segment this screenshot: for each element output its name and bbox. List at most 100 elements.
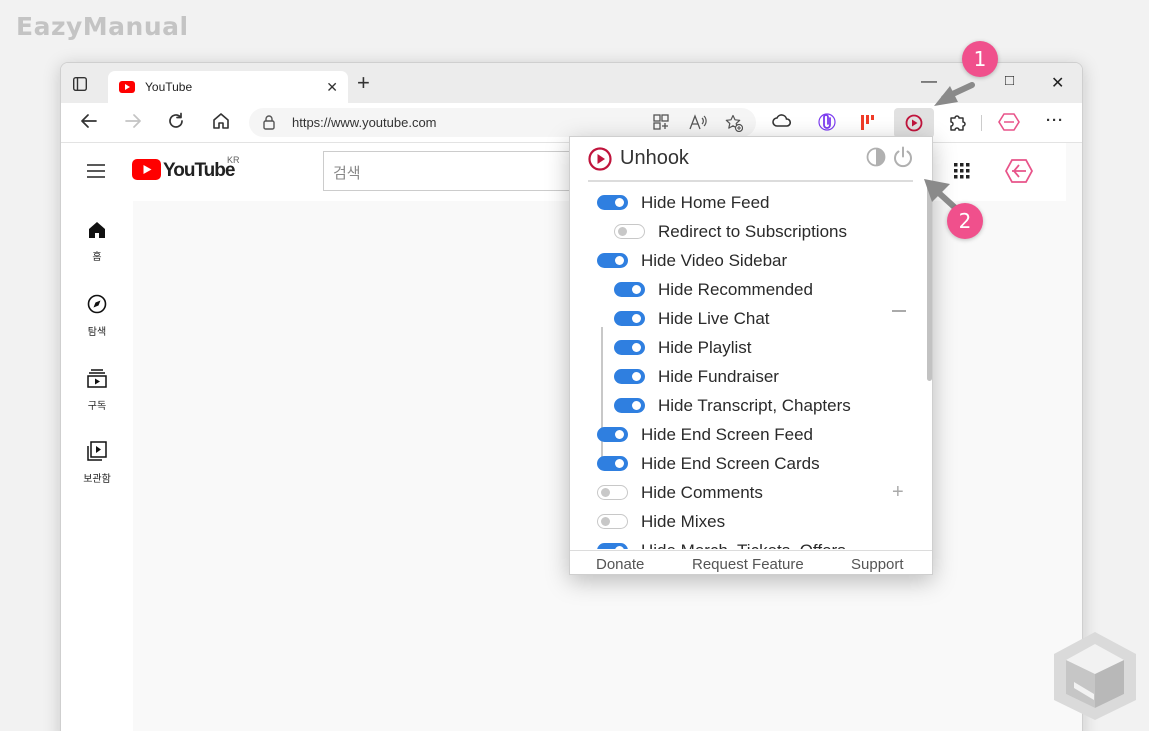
profile-hex-icon[interactable] — [998, 112, 1020, 132]
read-aloud-icon[interactable] — [689, 114, 707, 130]
toggle-knob — [632, 314, 641, 323]
toggle-switch[interactable] — [614, 340, 645, 355]
toggle-knob — [632, 285, 641, 294]
option-row: Hide Merch, Tickets, Offers — [597, 536, 846, 549]
request-feature-link[interactable]: Request Feature — [692, 556, 804, 573]
option-row: Hide Live Chat — [614, 304, 770, 333]
back-arrow-icon[interactable] — [80, 112, 98, 130]
toggle-switch[interactable] — [597, 456, 628, 471]
option-label: Hide End Screen Cards — [641, 453, 820, 473]
option-row: Hide Playlist — [614, 333, 752, 362]
toggle-switch[interactable] — [597, 485, 628, 500]
toggle-knob — [618, 227, 627, 236]
sidebar-label: 구독 — [87, 401, 107, 412]
site-cube-logo-icon — [1054, 632, 1136, 720]
toggle-switch[interactable] — [614, 398, 645, 413]
option-label: Hide Mixes — [641, 511, 726, 531]
maximize-button[interactable]: □ — [1005, 72, 1014, 89]
annotation-arrow-1 — [934, 82, 975, 106]
youtube-logo[interactable]: YouTube KR — [132, 155, 240, 185]
toggle-switch[interactable] — [597, 253, 628, 268]
option-row: Hide End Screen Cards — [597, 449, 820, 478]
option-label: Hide Home Feed — [641, 192, 770, 212]
popup-footer: Donate Request Feature Support — [570, 550, 932, 574]
menu-icon[interactable] — [87, 164, 105, 178]
account-hex-icon[interactable] — [1005, 158, 1033, 184]
region-code: KR — [227, 155, 240, 165]
address-bar[interactable]: https://www.youtube.com — [249, 108, 756, 137]
unhook-toolbar-icon — [905, 114, 923, 132]
toggle-switch[interactable] — [597, 514, 628, 529]
forward-arrow-icon[interactable] — [124, 112, 142, 130]
popup-divider — [588, 180, 913, 182]
popup-header: Unhook — [570, 137, 932, 181]
toggle-knob — [632, 401, 641, 410]
support-link[interactable]: Support — [851, 556, 904, 573]
sidebar-label: 홈 — [92, 252, 102, 263]
tab-close-icon[interactable]: ✕ — [326, 79, 338, 96]
annotation-badge-1: 1 — [962, 41, 998, 77]
toggle-switch[interactable] — [597, 543, 628, 549]
settings-more-icon[interactable]: ··· — [1046, 112, 1064, 129]
option-label: Hide Playlist — [658, 337, 752, 357]
toggle-knob — [601, 517, 610, 526]
cloud-extension-icon[interactable] — [772, 112, 792, 130]
new-tab-button[interactable]: + — [357, 72, 370, 94]
unhook-extension-button[interactable] — [894, 108, 934, 138]
url-text: https://www.youtube.com — [292, 115, 437, 130]
toggle-switch[interactable] — [614, 224, 645, 239]
toggle-knob — [601, 488, 610, 497]
add-favorite-icon[interactable] — [725, 114, 743, 132]
toggle-knob — [615, 430, 624, 439]
home-button-icon[interactable] — [212, 112, 230, 130]
search-input[interactable]: 검색 — [323, 151, 583, 191]
home-icon — [89, 222, 105, 238]
option-row: Hide Mixes — [597, 507, 725, 536]
toggle-knob — [632, 343, 641, 352]
lock-icon — [263, 115, 275, 130]
tab-youtube[interactable]: YouTube ✕ — [108, 71, 348, 103]
refresh-icon[interactable] — [167, 112, 185, 130]
sidebar-item-library[interactable]: 보관함 — [61, 441, 133, 485]
option-label: Hide Merch, Tickets, Offers — [641, 541, 846, 550]
library-icon — [87, 441, 107, 461]
window-close-button[interactable]: ✕ — [1051, 73, 1064, 93]
clip-extension-icon[interactable] — [818, 112, 836, 132]
sidebar-item-home[interactable]: 홈 — [61, 221, 133, 263]
option-row: Hide Home Feed — [597, 188, 770, 217]
toggle-knob — [615, 546, 624, 549]
toolbar-separator — [981, 115, 982, 131]
tab-actions-icon[interactable] — [73, 77, 87, 91]
sidebar-item-subscriptions[interactable]: 구독 — [61, 368, 133, 412]
expand-icon[interactable]: + — [892, 482, 904, 502]
theme-toggle-icon[interactable] — [866, 147, 886, 167]
option-label: Hide Fundraiser — [658, 366, 779, 386]
option-row: Hide Transcript, Chapters — [614, 391, 851, 420]
option-label: Hide Transcript, Chapters — [658, 395, 851, 415]
unhook-logo-icon — [588, 147, 612, 171]
power-icon[interactable] — [892, 146, 914, 168]
sidebar-label: 탐색 — [87, 327, 107, 338]
option-row: Hide Recommended — [614, 275, 813, 304]
search-placeholder: 검색 — [333, 165, 361, 182]
option-row: Hide Comments — [597, 478, 763, 507]
toggle-switch[interactable] — [614, 369, 645, 384]
option-label: Redirect to Subscriptions — [658, 221, 847, 241]
app-available-icon[interactable] — [653, 114, 669, 130]
tab-title: YouTube — [145, 80, 193, 94]
sidebar-item-explore[interactable]: 탐색 — [61, 294, 133, 338]
toggle-knob — [615, 198, 624, 207]
option-label: Hide Comments — [641, 482, 763, 502]
extensions-puzzle-icon[interactable] — [948, 112, 968, 132]
youtube-wordmark: YouTube — [163, 160, 235, 181]
option-label: Hide Recommended — [658, 279, 813, 299]
toggle-switch[interactable] — [597, 427, 628, 442]
donate-link[interactable]: Donate — [596, 556, 644, 573]
bar-extension-icon[interactable] — [860, 112, 876, 132]
toggle-switch[interactable] — [614, 282, 645, 297]
option-label: Hide End Screen Feed — [641, 424, 813, 444]
toggle-switch[interactable] — [614, 311, 645, 326]
annotation-badge-2: 2 — [947, 203, 983, 239]
toggle-switch[interactable] — [597, 195, 628, 210]
collapse-icon[interactable] — [892, 310, 906, 312]
